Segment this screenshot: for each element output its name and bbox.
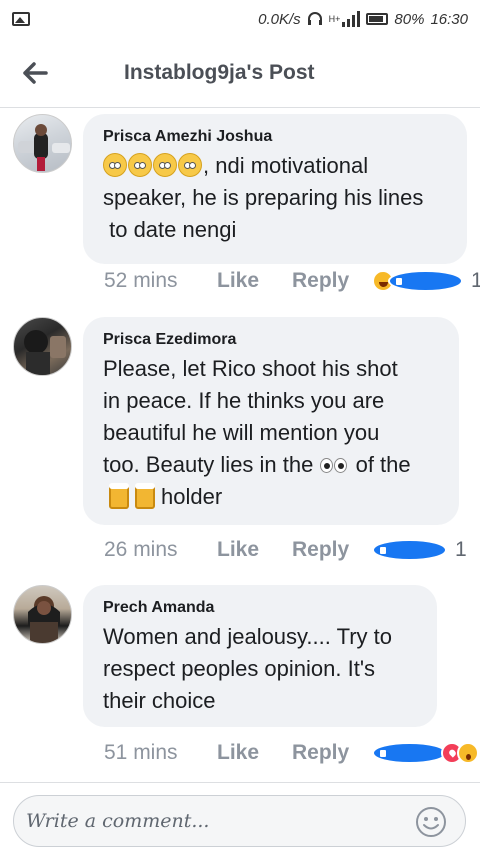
like-reaction-icon bbox=[388, 270, 463, 292]
comment-bubble[interactable]: Prech Amanda Women and jealousy.... Try … bbox=[83, 585, 437, 727]
comment-text: Women and jealousy.... Try to respect pe… bbox=[103, 624, 392, 713]
comment-timestamp: 26 mins bbox=[104, 538, 178, 561]
emoji-picker-icon[interactable] bbox=[415, 806, 447, 838]
eye-roll-emoji-icon bbox=[103, 153, 127, 177]
network-speed: 0.0K/s bbox=[258, 10, 301, 28]
eye-roll-emoji-icon bbox=[178, 153, 202, 177]
like-button[interactable]: Like bbox=[217, 538, 292, 562]
battery-level: 80% bbox=[394, 10, 425, 28]
reply-button[interactable]: Reply bbox=[292, 269, 372, 293]
reaction-summary[interactable]: 9 bbox=[372, 741, 480, 765]
like-button[interactable]: Like bbox=[217, 269, 292, 293]
reaction-count: 13 bbox=[471, 269, 480, 292]
avatar-photo bbox=[28, 596, 60, 643]
comment-text: , ndi motivational speaker, he is prepar… bbox=[103, 153, 424, 242]
page-title: Instablog9ja's Post bbox=[124, 60, 315, 84]
comment-input-placeholder: Write a comment... bbox=[26, 810, 210, 832]
image-notification-icon bbox=[12, 12, 30, 26]
commenter-name[interactable]: Prech Amanda bbox=[103, 599, 417, 617]
like-reaction-icon bbox=[372, 742, 447, 764]
back-arrow-icon bbox=[23, 61, 48, 84]
beer-mug-emoji-icon bbox=[109, 483, 129, 509]
clock: 16:30 bbox=[430, 10, 468, 28]
eye-roll-emoji-icon bbox=[153, 153, 177, 177]
comment-actions: 51 mins Like Reply 9 bbox=[104, 741, 480, 765]
wow-reaction-icon bbox=[457, 742, 479, 764]
comment-timestamp: 51 mins bbox=[104, 741, 178, 764]
comment-bubble[interactable]: Prisca Amezhi Joshua , ndi motivational … bbox=[83, 114, 467, 264]
reaction-summary[interactable]: 13 bbox=[372, 269, 480, 293]
comment-text: Please, let Rico shoot his shot in peace… bbox=[103, 356, 411, 509]
signal-icon bbox=[342, 11, 361, 27]
avatar[interactable] bbox=[13, 317, 72, 376]
like-button[interactable]: Like bbox=[217, 741, 292, 765]
comment-actions: 52 mins Like Reply 13 bbox=[104, 269, 480, 293]
battery-icon bbox=[366, 13, 389, 25]
comment-actions: 26 mins Like Reply 1 bbox=[104, 538, 467, 562]
eye-roll-emoji-icon bbox=[128, 153, 152, 177]
headphones-icon bbox=[307, 12, 322, 25]
avatar[interactable] bbox=[13, 585, 72, 644]
avatar[interactable] bbox=[13, 114, 72, 173]
comment-composer: Write a comment... bbox=[0, 782, 480, 854]
avatar-photo bbox=[18, 124, 70, 171]
comment-input[interactable]: Write a comment... bbox=[13, 795, 466, 847]
network-type: H+ bbox=[328, 14, 341, 24]
avatar-photo bbox=[24, 330, 66, 375]
reply-button[interactable]: Reply bbox=[292, 538, 372, 562]
like-reaction-icon bbox=[372, 539, 447, 561]
commenter-name[interactable]: Prisca Ezedimora bbox=[103, 331, 439, 349]
beer-mug-emoji-icon bbox=[135, 483, 155, 509]
comment-timestamp: 52 mins bbox=[104, 269, 178, 292]
post-header: Instablog9ja's Post bbox=[0, 38, 480, 108]
comment-bubble[interactable]: Prisca Ezedimora Please, let Rico shoot … bbox=[83, 317, 459, 525]
reaction-summary[interactable]: 1 bbox=[372, 538, 467, 562]
commenter-name[interactable]: Prisca Amezhi Joshua bbox=[103, 128, 447, 146]
reply-button[interactable]: Reply bbox=[292, 741, 372, 765]
eyes-emoji-icon bbox=[319, 455, 349, 475]
reaction-count: 1 bbox=[455, 538, 467, 561]
back-button[interactable] bbox=[0, 38, 70, 108]
status-bar: 0.0K/s H+ 80% 16:30 bbox=[0, 0, 480, 38]
